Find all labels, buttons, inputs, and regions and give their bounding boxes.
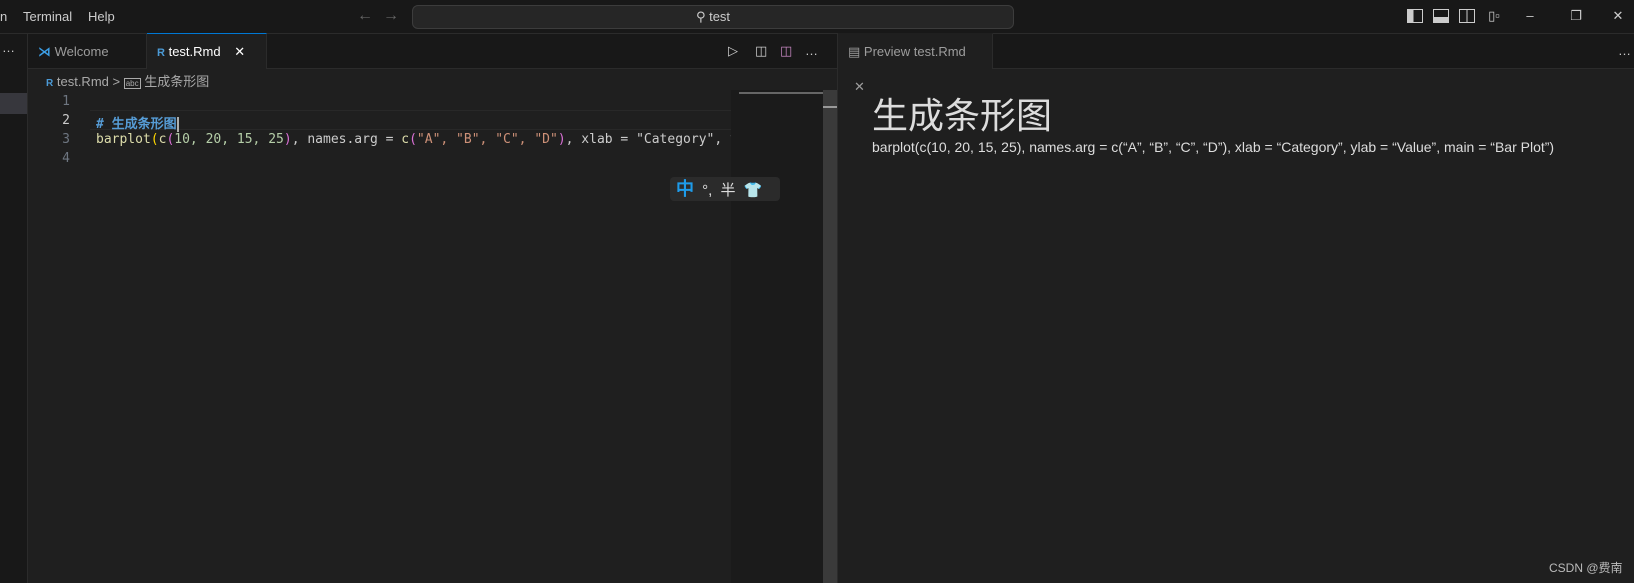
search-icon: ⚲ [695, 9, 710, 24]
line-number: 1 [62, 94, 70, 109]
r-icon: R [46, 78, 54, 89]
ime-half-width[interactable]: 半 [721, 182, 736, 199]
ime-punctuation[interactable]: °, [702, 182, 712, 199]
menu-run[interactable]: n [0, 9, 7, 24]
breadcrumb-file[interactable]: test.Rmd [57, 74, 109, 89]
ime-status-bar[interactable]: 中 °, 半 👕 [670, 177, 780, 201]
menu-help[interactable]: Help [88, 9, 115, 24]
line-number: 2 [62, 113, 70, 128]
editor-scrollbar[interactable] [823, 90, 837, 583]
editor-tabs: ⋊ Welcome R test.Rmd ✕ ▷ ◫ ◫ … [28, 33, 837, 69]
preview-tabs: ▤ Preview test.Rmd ✕ … [837, 33, 1634, 94]
customize-layout-icon[interactable]: ▯▫ [1486, 9, 1502, 23]
tab-test-rmd[interactable]: R test.Rmd ✕ [147, 33, 267, 69]
close-tab-icon[interactable]: ✕ [234, 44, 245, 59]
scrollbar-cursor-marker [823, 106, 837, 108]
watermark: CSDN @费南 [1549, 561, 1623, 575]
forward-arrow-icon[interactable]: → [383, 7, 399, 25]
title-bar: n Terminal Help ← → ⚲ test ▯▫ – ❐ ✕ [0, 0, 1634, 34]
ime-mode-chinese[interactable]: 中 [676, 179, 694, 199]
selected-item[interactable] [0, 93, 27, 114]
code-line-3[interactable]: barplot(c(10, 20, 15, 25), names.arg = c… [96, 132, 731, 147]
code-line-2[interactable]: # 生成条形图 [96, 113, 179, 132]
preview-heading: 生成条形图 [872, 95, 1053, 136]
breadcrumb: R test.Rmd > abc 生成条形图 [46, 74, 210, 89]
split-editor-icon[interactable]: ◫ [780, 43, 792, 59]
more-actions-icon[interactable]: … [1618, 43, 1631, 58]
menu-terminal[interactable]: Terminal [23, 9, 72, 24]
back-arrow-icon[interactable]: ← [357, 7, 373, 25]
markdown-preview: 生成条形图 barplot(c(10, 20, 15, 25), names.a… [837, 69, 1634, 583]
line-number: 3 [62, 132, 70, 147]
run-icon[interactable]: ▷ [728, 43, 738, 59]
toggle-panel-icon[interactable] [1433, 9, 1449, 23]
preview-paragraph: barplot(c(10, 20, 15, 25), names.arg = c… [872, 139, 1555, 155]
line-number: 4 [62, 151, 70, 166]
tab-preview[interactable]: ▤ Preview test.Rmd ✕ [838, 33, 993, 94]
preview-icon: ▤ [848, 44, 861, 59]
more-actions-icon[interactable]: … [805, 43, 818, 58]
restore-icon[interactable]: ❐ [1568, 9, 1584, 23]
more-icon[interactable]: … [2, 40, 15, 55]
r-icon: R [157, 47, 165, 59]
current-line-highlight [90, 110, 731, 130]
minimize-icon[interactable]: – [1522, 9, 1538, 23]
side-strip: … [0, 34, 28, 583]
tab-welcome[interactable]: ⋊ Welcome [28, 34, 147, 69]
open-preview-icon[interactable]: ◫ [755, 43, 767, 59]
breadcrumb-section[interactable]: 生成条形图 [144, 74, 209, 89]
toggle-secondary-sidebar-icon[interactable] [1459, 9, 1475, 23]
toggle-primary-sidebar-icon[interactable] [1407, 9, 1423, 23]
minimap[interactable] [731, 90, 823, 583]
string-symbol-icon: abc [123, 78, 141, 89]
ime-skin-shirt-icon[interactable]: 👕 [744, 182, 763, 199]
vscode-logo-icon: ⋊ [38, 44, 51, 59]
minimap-content [739, 92, 823, 94]
close-window-icon[interactable]: ✕ [1610, 9, 1626, 23]
command-center-search[interactable]: ⚲ test [412, 5, 1014, 29]
